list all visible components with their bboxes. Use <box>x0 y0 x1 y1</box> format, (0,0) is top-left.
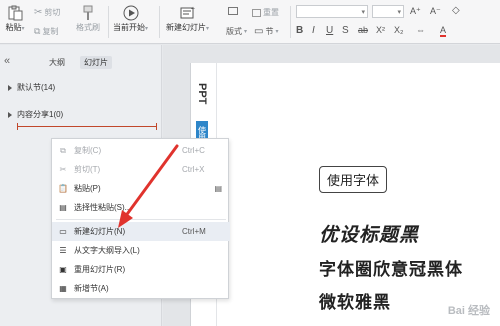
menu-item-label: 从文字大纲导入(L) <box>74 246 140 255</box>
underline-button[interactable]: U <box>326 25 333 36</box>
paste-options-icon[interactable]: ▤ <box>182 184 230 193</box>
slide-boxed-title[interactable]: 使用字体 <box>319 166 388 193</box>
new-slide-icon: ▭ <box>59 227 67 236</box>
char-spacing-button[interactable]: ⇔ <box>416 25 425 35</box>
superscript-button[interactable]: X² <box>376 25 385 35</box>
tab-slides[interactable]: 幻灯片 <box>80 56 112 69</box>
subscript-button[interactable]: X₂ <box>394 25 404 35</box>
section-label: 默认节(14) <box>17 83 56 92</box>
reset-button[interactable]: 重置 <box>252 7 279 18</box>
ribbon-divider <box>159 6 160 38</box>
start-from-current-label: 当前开始 <box>113 23 145 32</box>
scissors-icon: ✂ <box>34 7 43 18</box>
strikethrough-button[interactable]: ab <box>358 25 368 35</box>
menu-item-new-section[interactable]: ▦ 新增节(A) <box>52 279 230 298</box>
cut-button[interactable]: ✂ 剪切 <box>34 7 60 18</box>
watermark: Bai 经验 <box>447 305 490 317</box>
svg-text:+: + <box>191 6 195 13</box>
section-icon: ▭ <box>254 26 264 37</box>
menu-item-cut[interactable]: ✂ 剪切(T) Ctrl+X <box>52 160 230 179</box>
layout-icon <box>228 7 238 15</box>
panel-tabs: « 大纲 幻灯片 <box>0 55 162 70</box>
menu-item-label: 复制(C) <box>74 146 102 155</box>
slide-text-line[interactable]: 微软雅黑 <box>319 288 391 313</box>
new-slide-button[interactable]: + 新建幻灯片▾ <box>166 4 209 33</box>
layout-label: 版式 <box>226 27 242 36</box>
italic-button[interactable]: I <box>312 25 315 36</box>
menu-separator <box>56 219 226 220</box>
import-outline-icon: ☰ <box>59 246 67 255</box>
new-slide-icon: + <box>177 4 199 22</box>
menu-item-label: 粘贴(P) <box>74 184 101 193</box>
cut-label: 剪切 <box>44 8 61 17</box>
shrink-font-button[interactable]: A⁻ <box>430 6 441 17</box>
menu-item-label: 剪切(T) <box>74 165 101 174</box>
menu-item-label: 新建幻灯片(N) <box>74 227 126 236</box>
paste-label: 粘贴 <box>5 23 22 32</box>
font-size-select[interactable]: ▾ <box>372 5 404 18</box>
reset-icon <box>252 8 261 17</box>
brush-icon <box>77 4 99 22</box>
layout-button[interactable]: 版式 ▾ <box>226 26 247 37</box>
section-label: 内容分享1(0) <box>17 110 64 119</box>
copy-icon: ⧉ <box>34 26 41 36</box>
menu-item-label: 新增节(A) <box>74 284 109 293</box>
scissors-icon: ✂ <box>59 165 67 174</box>
context-menu: ⧉ 复制(C) Ctrl+C ✂ 剪切(T) Ctrl+X 📋 粘贴(P) ▤ … <box>51 138 230 299</box>
slide-text-line[interactable]: 优设标题黑 <box>319 220 419 247</box>
copy-label: 复制 <box>42 27 59 36</box>
format-painter-button[interactable]: 格式刷 <box>76 4 100 33</box>
play-icon <box>120 4 142 22</box>
menu-item-shortcut: Ctrl+X <box>182 165 205 174</box>
copy-icon: ⧉ <box>60 145 66 155</box>
menu-item-paste[interactable]: 📋 粘贴(P) ▤ <box>52 179 230 198</box>
expand-triangle-icon[interactable] <box>8 111 12 118</box>
bold-button[interactable]: B <box>296 25 303 36</box>
ribbon-divider <box>290 6 291 38</box>
slide-edge-title: PPT <box>196 83 208 105</box>
reset-label: 重置 <box>263 8 279 17</box>
current-slide[interactable]: 使用字体 优设标题黑 字体圈欣意冠黑体 微软雅黑 Bai 经验 <box>217 63 500 326</box>
section-default[interactable]: 默认节(14) <box>8 82 55 93</box>
expand-triangle-icon[interactable] <box>8 84 12 91</box>
reuse-slide-icon: ▣ <box>59 265 67 274</box>
layout-icon-button[interactable] <box>228 7 238 15</box>
font-name-select[interactable]: ▾ <box>296 5 368 18</box>
menu-item-shortcut: Ctrl+C <box>182 146 205 155</box>
menu-item-label: 重用幻灯片(R) <box>74 265 126 274</box>
paste-button[interactable]: 粘贴▾ <box>4 4 26 33</box>
insertion-marker <box>17 123 157 130</box>
menu-item-shortcut: Ctrl+M <box>182 227 206 236</box>
grow-font-button[interactable]: A⁺ <box>410 6 421 17</box>
paste-special-icon: ▤ <box>59 203 67 212</box>
slide-text-line[interactable]: 字体圈欣意冠黑体 <box>319 255 463 280</box>
menu-item-reuse-slide[interactable]: ▣ 重用幻灯片(R) <box>52 260 230 279</box>
start-from-current-button[interactable]: 当前开始▾ <box>113 4 148 33</box>
menu-item-paste-special[interactable]: ▤ 选择性粘贴(S)... <box>52 198 230 217</box>
font-color-button[interactable]: A <box>440 25 447 37</box>
menu-item-new-slide[interactable]: ▭ 新建幻灯片(N) Ctrl+M <box>52 222 230 241</box>
menu-item-import-outline[interactable]: ☰ 从文字大纲导入(L) <box>52 241 230 260</box>
ribbon-toolbar: 粘贴▾ ✂ 剪切 ⧉ 复制 格式刷 当前开始▾ + 新建幻灯片▾ 版式 ▾ 重置… <box>0 0 500 44</box>
paste-icon: 📋 <box>58 184 68 193</box>
copy-button[interactable]: ⧉ 复制 <box>34 26 58 37</box>
menu-item-copy[interactable]: ⧉ 复制(C) Ctrl+C <box>52 141 230 160</box>
eraser-icon[interactable]: ◇ <box>452 5 460 16</box>
menu-item-label: 选择性粘贴(S)... <box>74 203 132 212</box>
new-section-icon: ▦ <box>59 284 67 293</box>
format-painter-label: 格式刷 <box>76 23 100 32</box>
paste-icon <box>4 4 26 22</box>
new-slide-label: 新建幻灯片 <box>166 23 206 32</box>
section-content-share[interactable]: 内容分享1(0) <box>8 109 63 120</box>
shadow-button[interactable]: S <box>342 25 349 36</box>
section-label: 节 <box>265 27 274 36</box>
section-button[interactable]: ▭ 节 ▾ <box>254 26 278 37</box>
tab-outline[interactable]: 大纲 <box>49 57 65 68</box>
collapse-panel-icon[interactable]: « <box>4 55 10 67</box>
ribbon-divider <box>108 6 109 38</box>
